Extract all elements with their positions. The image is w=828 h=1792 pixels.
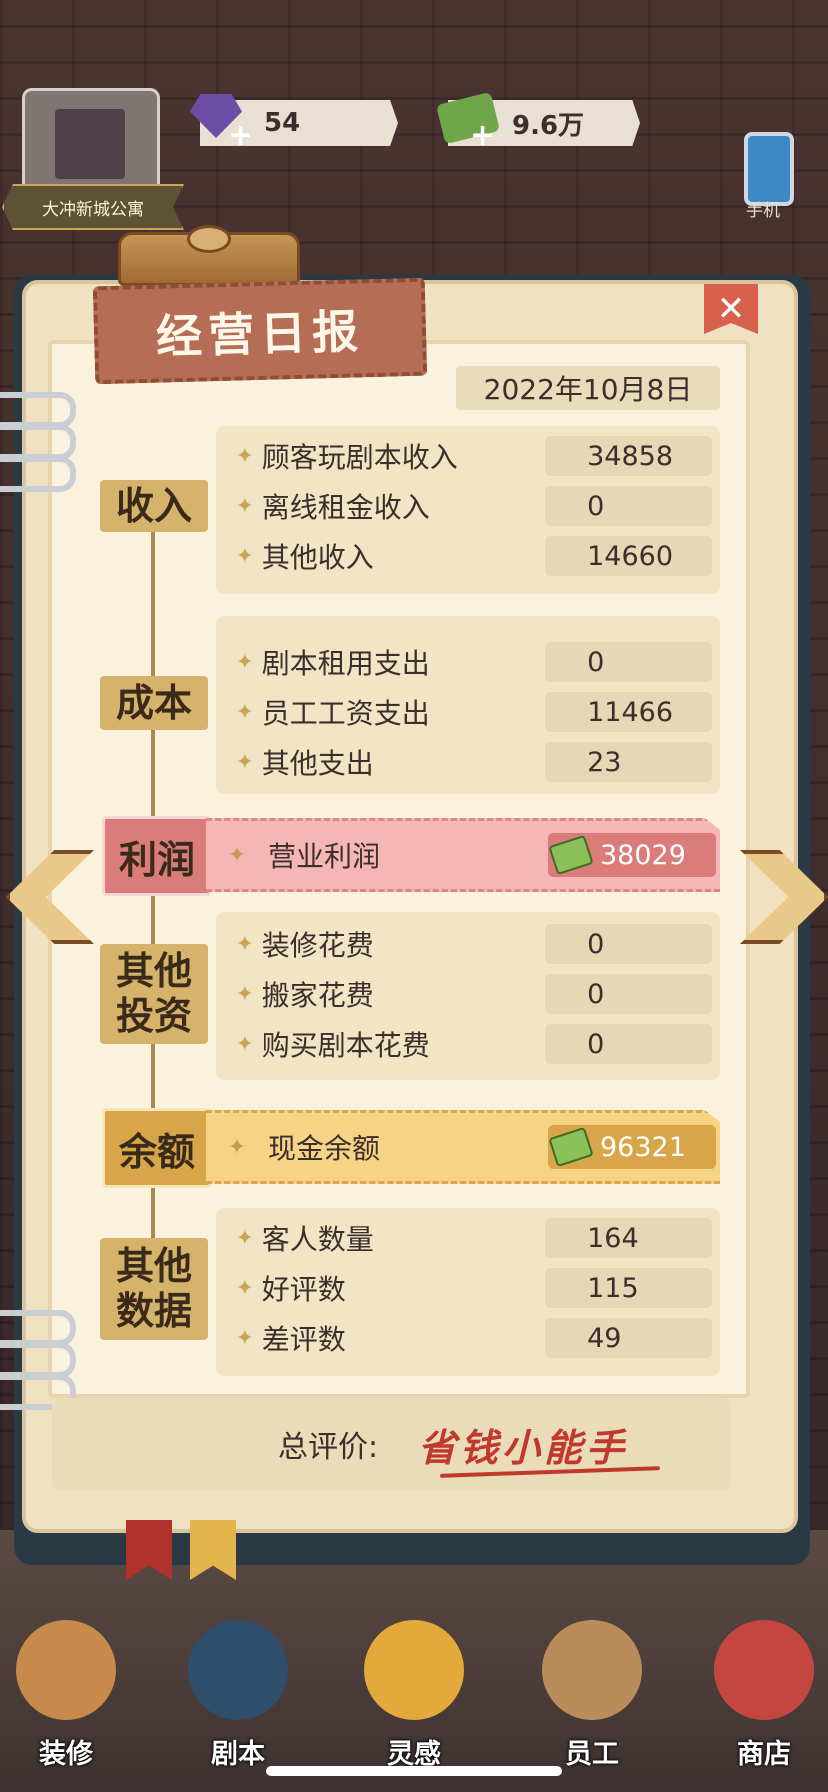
ring-binder-icon xyxy=(0,456,76,492)
row-label: 购买剧本花费 xyxy=(261,1029,430,1062)
nav-shop[interactable]: 商店 xyxy=(704,1620,824,1770)
row-label: 客人数量 xyxy=(261,1223,374,1256)
row-value: 34858 xyxy=(545,436,712,476)
row-value: 0 xyxy=(545,486,712,526)
profit-item-label: 营业利润 xyxy=(268,840,381,873)
house-icon xyxy=(16,1620,116,1720)
profit-value-box: 38029 xyxy=(548,833,716,877)
shop-icon xyxy=(714,1620,814,1720)
other-data-row: ✦ 客人数量 164 xyxy=(228,1216,712,1260)
bulb-icon xyxy=(364,1620,464,1720)
income-row: ✦ 顾客玩剧本收入 34858 xyxy=(228,434,712,478)
balance-value-box: 96321 xyxy=(548,1125,716,1169)
star-icon: ✦ xyxy=(235,1275,255,1301)
row-label: 顾客玩剧本收入 xyxy=(261,441,458,474)
star-icon: ✦ xyxy=(235,649,255,675)
nav-staff[interactable]: 员工 xyxy=(532,1620,652,1770)
star-icon: ✦ xyxy=(235,749,255,775)
phone-icon[interactable] xyxy=(744,132,794,206)
evaluation-bar: 总评价: 省钱小能手 xyxy=(52,1398,730,1490)
ring-binder-icon xyxy=(0,424,76,460)
row-label: 好评数 xyxy=(261,1273,346,1306)
investment-row: ✦ 装修花费 0 xyxy=(228,922,712,966)
star-icon: ✦ xyxy=(235,981,255,1007)
row-value: 115 xyxy=(545,1268,712,1308)
phone-label: 手机 xyxy=(746,201,780,221)
book-icon xyxy=(188,1620,288,1720)
income-label: 收入 xyxy=(100,480,208,532)
gem-count: 54 xyxy=(264,108,301,138)
evaluation-label: 总评价: xyxy=(278,1430,379,1465)
nav-label: 商店 xyxy=(737,1739,791,1770)
row-label: 差评数 xyxy=(261,1323,346,1356)
row-value: 0 xyxy=(545,974,712,1014)
cost-row: ✦ 剧本租用支出 0 xyxy=(228,640,712,684)
money-icon xyxy=(548,1126,594,1168)
row-value: 49 xyxy=(545,1318,712,1358)
star-icon: ✦ xyxy=(235,1225,255,1251)
income-row: ✦ 离线租金收入 0 xyxy=(228,484,712,528)
evaluation-value: 省钱小能手 xyxy=(418,1425,629,1470)
profit-row: ✦ 营业利润 38029 xyxy=(206,818,720,892)
other-data-label-text: 其他数据 xyxy=(115,1244,192,1333)
investment-row: ✦ 购买剧本花费 0 xyxy=(228,1022,712,1066)
money-icon xyxy=(548,834,594,876)
clipboard-clip-icon xyxy=(118,225,300,286)
star-icon: ✦ xyxy=(235,443,255,469)
row-value: 14660 xyxy=(545,536,712,576)
cost-label: 成本 xyxy=(100,676,208,730)
profit-label: 利润 xyxy=(102,816,212,896)
star-icon: ✦ xyxy=(227,1134,247,1160)
star-icon: ✦ xyxy=(227,842,247,868)
row-label: 剧本租用支出 xyxy=(261,647,430,680)
other-data-label: 其他数据 xyxy=(100,1238,208,1340)
cost-row: ✦ 其他支出 23 xyxy=(228,740,712,784)
row-label: 其他支出 xyxy=(261,747,374,780)
star-icon: ✦ xyxy=(235,699,255,725)
balance-value: 96321 xyxy=(600,1131,686,1163)
investment-label-text: 其他投资 xyxy=(115,949,192,1038)
report-date: 2022年10月8日 xyxy=(456,366,720,410)
star-icon: ✦ xyxy=(235,493,255,519)
report-title: 经营日报 xyxy=(92,277,428,385)
id-card-icon xyxy=(542,1620,642,1720)
other-data-row: ✦ 好评数 115 xyxy=(228,1266,712,1310)
row-label: 员工工资支出 xyxy=(261,697,430,730)
income-row: ✦ 其他收入 14660 xyxy=(228,534,712,578)
cash-count: 9.6万 xyxy=(512,110,585,141)
row-label: 搬家花费 xyxy=(261,979,374,1012)
add-gem-icon[interactable]: + xyxy=(228,118,253,153)
nav-label: 装修 xyxy=(39,1739,93,1770)
location-name[interactable]: 大冲新城公寓 xyxy=(2,184,184,230)
investment-row: ✦ 搬家花费 0 xyxy=(228,972,712,1016)
row-label: 离线租金收入 xyxy=(261,491,430,524)
row-value: 0 xyxy=(545,642,712,682)
investment-label: 其他投资 xyxy=(100,944,208,1044)
ring-binder-icon xyxy=(0,392,76,428)
star-icon: ✦ xyxy=(235,543,255,569)
row-value: 0 xyxy=(545,1024,712,1064)
nav-decorate[interactable]: 装修 xyxy=(6,1620,126,1770)
cost-row: ✦ 员工工资支出 11466 xyxy=(228,690,712,734)
row-value: 164 xyxy=(545,1218,712,1258)
row-value: 11466 xyxy=(545,692,712,732)
nav-inspiration[interactable]: 灵感 xyxy=(354,1620,474,1770)
row-label: 其他收入 xyxy=(261,541,374,574)
star-icon: ✦ xyxy=(235,1325,255,1351)
home-indicator[interactable] xyxy=(266,1766,562,1776)
row-value: 0 xyxy=(545,924,712,964)
star-icon: ✦ xyxy=(235,931,255,957)
row-label: 装修花费 xyxy=(261,929,374,962)
row-value: 23 xyxy=(545,742,712,782)
other-data-row: ✦ 差评数 49 xyxy=(228,1316,712,1360)
add-cash-icon[interactable]: + xyxy=(470,118,495,153)
balance-row: ✦ 现金余额 96321 xyxy=(206,1110,720,1184)
balance-item-label: 现金余额 xyxy=(268,1132,381,1165)
star-icon: ✦ xyxy=(235,1031,255,1057)
ring-binder-icon xyxy=(0,1310,76,1346)
balance-label: 余额 xyxy=(102,1108,212,1188)
profit-value: 38029 xyxy=(600,839,686,871)
ring-binder-icon xyxy=(0,1342,76,1378)
nav-scripts[interactable]: 剧本 xyxy=(178,1620,298,1770)
